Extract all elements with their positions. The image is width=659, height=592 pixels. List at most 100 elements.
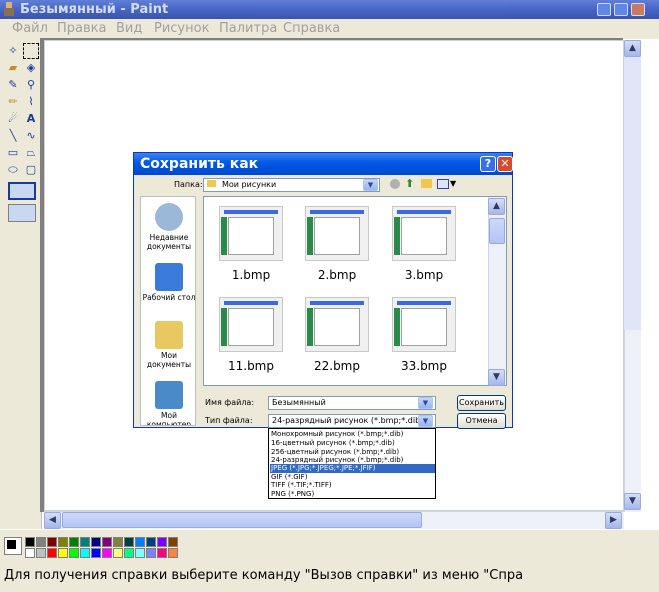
menu-edit[interactable]: Правка: [57, 21, 106, 36]
palette-swatch[interactable]: [58, 548, 68, 558]
palette-swatch[interactable]: [91, 548, 101, 558]
save-button[interactable]: Сохранить: [457, 395, 506, 411]
palette-swatch[interactable]: [102, 537, 112, 547]
free-select-icon[interactable]: ✧: [5, 43, 21, 59]
file-item[interactable]: 1.bmp: [216, 206, 286, 282]
palette-swatch[interactable]: [146, 537, 156, 547]
file-name: 2.bmp: [317, 268, 357, 282]
place-desktop[interactable]: Рабочий стол: [141, 263, 196, 302]
magnifier-icon[interactable]: ⚲: [23, 77, 39, 93]
filetype-option-selected[interactable]: JPEG (*.JPG;*.JPEG;*.JPE;*.JFIF): [270, 464, 435, 473]
filetype-option[interactable]: 16-цветный рисунок (*.bmp;*.dib): [270, 439, 435, 448]
menu-help[interactable]: Справка: [283, 21, 340, 36]
menu-view[interactable]: Вид: [116, 21, 142, 36]
palette-swatch[interactable]: [146, 548, 156, 558]
palette-swatch[interactable]: [124, 548, 134, 558]
filetype-option[interactable]: TIFF (*.TIF;*.TIFF): [270, 481, 435, 490]
place-recent[interactable]: Недавние документы: [141, 203, 195, 251]
filetype-option[interactable]: PNG (*.PNG): [270, 490, 435, 499]
palette-swatch[interactable]: [157, 537, 167, 547]
rect-select-icon[interactable]: [23, 43, 39, 59]
new-folder-icon[interactable]: [421, 179, 432, 188]
file-list-scroll-up-button[interactable]: ▲: [488, 198, 505, 215]
palette-swatch[interactable]: [168, 537, 178, 547]
menu-image[interactable]: Рисунок: [154, 21, 209, 36]
menu-palette[interactable]: Палитра: [219, 21, 277, 36]
filename-input[interactable]: Безымянный: [268, 396, 436, 410]
file-item[interactable]: 2.bmp: [302, 206, 372, 282]
palette-swatch[interactable]: [47, 537, 57, 547]
palette-swatch[interactable]: [69, 537, 79, 547]
filename-dropdown-icon[interactable]: ▼: [418, 397, 433, 409]
tool-option-transparent[interactable]: [8, 204, 36, 222]
file-thumbnail: [219, 297, 283, 352]
palette-swatch[interactable]: [168, 548, 178, 558]
filetype-option[interactable]: Монохромный рисунок (*.bmp;*.dib): [270, 430, 435, 439]
palette-swatch[interactable]: [135, 548, 145, 558]
file-item[interactable]: 11.bmp: [216, 297, 286, 373]
file-item[interactable]: 22.bmp: [302, 297, 372, 373]
scroll-left-button[interactable]: ◀: [44, 512, 61, 529]
view-menu-icon[interactable]: [437, 179, 449, 189]
file-item[interactable]: 33.bmp: [389, 297, 459, 373]
filetype-select[interactable]: 24-разрядный рисунок (*.bmp;*.dib): [268, 414, 436, 428]
place-desktop-label: Рабочий стол: [142, 293, 196, 302]
scroll-right-button[interactable]: ▶: [605, 512, 622, 529]
brush-icon[interactable]: ⌇: [23, 94, 39, 110]
minimize-button[interactable]: [597, 3, 611, 16]
filetype-dropdown-icon[interactable]: ▼: [418, 415, 433, 427]
file-list: 1.bmp 2.bmp 3.bmp 11.bmp 22.bmp 33.bmp: [203, 196, 507, 386]
color-picker-icon[interactable]: ✎: [5, 77, 21, 93]
eraser-icon[interactable]: ▰: [5, 60, 21, 76]
vertical-scroll-thumb[interactable]: [624, 40, 641, 330]
palette-swatch[interactable]: [113, 537, 123, 547]
palette-swatch[interactable]: [113, 548, 123, 558]
rectangle-icon[interactable]: ▭: [5, 145, 21, 161]
view-dropdown-icon[interactable]: ▼: [450, 179, 456, 188]
scroll-down-button[interactable]: ▼: [624, 493, 641, 510]
palette-swatch[interactable]: [25, 548, 35, 558]
palette-swatch[interactable]: [91, 537, 101, 547]
palette-swatch[interactable]: [135, 537, 145, 547]
help-button[interactable]: ?: [480, 156, 496, 172]
palette-swatch[interactable]: [80, 537, 90, 547]
dialog-close-button[interactable]: ✕: [497, 156, 513, 172]
palette-swatch[interactable]: [36, 537, 46, 547]
ellipse-icon[interactable]: ⬭: [5, 162, 21, 178]
line-icon[interactable]: ╲: [5, 128, 21, 144]
close-window-button[interactable]: [631, 3, 645, 16]
back-icon[interactable]: [390, 179, 400, 189]
place-my-computer[interactable]: Мой компьютер: [141, 381, 195, 425]
place-my-documents[interactable]: Мои документы: [141, 321, 195, 369]
palette-swatch[interactable]: [25, 537, 35, 547]
palette-swatch[interactable]: [80, 548, 90, 558]
cancel-button[interactable]: Отмена: [457, 413, 506, 429]
polygon-icon[interactable]: ⏢: [23, 145, 39, 161]
pencil-icon[interactable]: ✏: [5, 94, 21, 110]
palette-swatch[interactable]: [69, 548, 79, 558]
rounded-rect-icon[interactable]: ▢: [23, 162, 39, 178]
maximize-button[interactable]: [614, 3, 628, 16]
text-icon[interactable]: A: [23, 111, 39, 127]
folder-dropdown-icon[interactable]: ▼: [363, 179, 378, 191]
palette-swatch[interactable]: [36, 548, 46, 558]
tool-option-opaque[interactable]: [8, 182, 36, 200]
palette-swatch[interactable]: [102, 548, 112, 558]
palette-swatch[interactable]: [157, 548, 167, 558]
palette-swatch[interactable]: [124, 537, 134, 547]
palette-swatch[interactable]: [47, 548, 57, 558]
file-item[interactable]: 3.bmp: [389, 206, 459, 282]
palette-swatch[interactable]: [58, 537, 68, 547]
up-folder-icon[interactable]: ⬆: [405, 177, 417, 190]
file-list-scroll-thumb[interactable]: [489, 218, 505, 244]
menu-file[interactable]: Файл: [12, 21, 48, 36]
file-list-scroll-down-button[interactable]: ▼: [488, 369, 505, 386]
horizontal-scroll-thumb[interactable]: [62, 512, 422, 528]
airbrush-icon[interactable]: ☄: [5, 111, 21, 127]
scroll-up-button[interactable]: ▲: [624, 40, 641, 57]
curve-icon[interactable]: ∿: [23, 128, 39, 144]
filetype-label: Тип файла:: [205, 416, 253, 425]
folder-combo[interactable]: Мои рисунки: [203, 178, 380, 192]
places-bar: Недавние документы Рабочий стол Мои доку…: [140, 196, 196, 426]
fill-icon[interactable]: ◈: [23, 60, 39, 76]
